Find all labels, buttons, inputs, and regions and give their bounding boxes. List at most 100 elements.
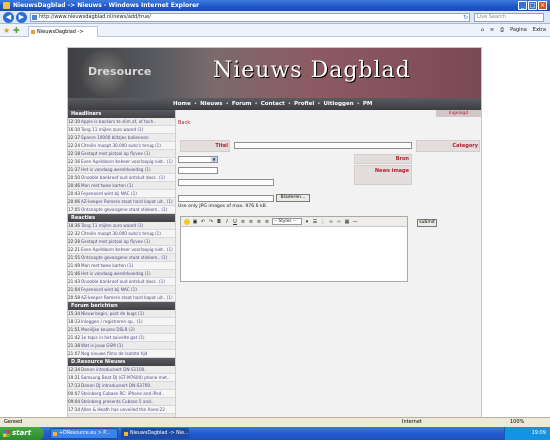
- address-input[interactable]: http://www.nieuwsdagblad.nl/news/add/tru…: [30, 13, 470, 22]
- menu-home[interactable]: Home: [173, 101, 191, 107]
- home-icon[interactable]: ⌂: [481, 27, 484, 33]
- list-item[interactable]: 17:13 Denon DJ introduceert DN-S3700..: [68, 382, 175, 390]
- bullet-list-icon[interactable]: ☰: [312, 219, 318, 225]
- favorites-star-icon[interactable]: ★: [3, 26, 10, 35]
- list-item[interactable]: 22:32 Citroën maapt 30.000 auto's terug (…: [68, 230, 175, 238]
- list-item[interactable]: 16:10 Tong 11 mijlen zuro waard (1): [68, 126, 175, 134]
- item-link[interactable]: Gestapt met pistool op flyvex (1): [80, 150, 175, 157]
- print-icon[interactable]: ⎙: [500, 27, 504, 33]
- list-item[interactable]: 21:42 1e topic in het zuivelte gat (1): [68, 334, 175, 342]
- list-item[interactable]: 22:28 Gestapt met pistool op flyvex (1): [68, 238, 175, 246]
- item-link[interactable]: Samsung Beat DJ (GT-M7600) phone met..: [80, 374, 175, 381]
- feeds-icon[interactable]: ≋: [490, 27, 494, 33]
- item-link[interactable]: 1e topic in het zuivelte gat (1): [80, 334, 175, 341]
- rich-text-editor[interactable]: ▣ ↶ ↷ B I U ≡ ≡ ≡ ≡ -- Styles -- ▾ ☰ ⋮ ∞…: [180, 216, 408, 282]
- item-link[interactable]: Ontsnapte gevangene staat stiekem.. (1): [80, 206, 175, 213]
- submit-button[interactable]: submit: [417, 219, 437, 227]
- redo-icon[interactable]: ↷: [208, 219, 214, 225]
- item-link[interactable]: Nog nieuwe films de laatste tijd: [80, 350, 175, 357]
- item-link[interactable]: Steinberg Cubase RC: iPhone and iPod..: [80, 390, 175, 397]
- item-link[interactable]: Inloggen / registreren op.. (1): [80, 318, 175, 325]
- close-button[interactable]: ×: [538, 1, 547, 10]
- list-item[interactable]: 21:38 Wat is jouw GSM (1): [68, 342, 175, 350]
- underline-icon[interactable]: U: [232, 219, 238, 225]
- menu-contact[interactable]: Contact: [261, 101, 285, 107]
- tab-nieuwsdagblad[interactable]: NieuwsDagblad -> Nieuws: [28, 26, 98, 45]
- list-item[interactable]: 20:46 Man met twee karten (1): [68, 182, 175, 190]
- item-link[interactable]: Moeilijke keuzes DSLR (2): [80, 326, 175, 333]
- list-item[interactable]: 18:13 Inloggen / registreren op.. (1): [68, 318, 175, 326]
- back-link[interactable]: Back: [178, 120, 190, 126]
- undo-icon[interactable]: ↶: [200, 219, 206, 225]
- item-link[interactable]: Nieuw begin, post de bugs (1): [80, 310, 175, 317]
- back-arrow-icon[interactable]: ◀: [3, 12, 14, 23]
- align-right-icon[interactable]: ≡: [256, 219, 262, 225]
- maximize-button[interactable]: □: [528, 1, 537, 10]
- item-link[interactable]: Het is vandaag wereldvoedag (1): [80, 270, 175, 277]
- list-item[interactable]: 22:21 Even Apeldoorn beheer voorloopig ni…: [68, 246, 175, 254]
- item-link[interactable]: Onooble bankroof oud ontsluit door.. (1): [80, 174, 175, 181]
- forward-arrow-icon[interactable]: ▶: [16, 12, 27, 23]
- list-item[interactable]: 22:37 Spanre 10000 blitzjes ballennen: [68, 134, 175, 142]
- item-link[interactable]: Wat is jouw GSM (1): [80, 342, 175, 349]
- list-item[interactable]: 19:21 Samsung Beat DJ (GT-M7600) phone me…: [68, 374, 175, 382]
- item-link[interactable]: Gestapt met pistool op flyvex (1): [80, 238, 175, 245]
- list-item[interactable]: 21:37 Het is vandaag wereldvoedag (1): [68, 166, 175, 174]
- list-item[interactable]: 21:04 Feyenoord wint bij NAC (1): [68, 286, 175, 294]
- window-title-bar[interactable]: NieuwsDagblad -> Nieuws - Windows Intern…: [0, 0, 550, 11]
- italic-icon[interactable]: I: [224, 219, 230, 225]
- list-item[interactable]: 00:07 Steinberg Cubase RC: iPhone and iPo…: [68, 390, 175, 398]
- image-insert-icon[interactable]: ▣: [192, 219, 198, 225]
- list-item[interactable]: 09:04 Steinberg presents Cubase 5 and..: [68, 398, 175, 406]
- list-item[interactable]: 20:43 Feyenoord wint bij NAC (1): [68, 190, 175, 198]
- zoom-level[interactable]: 100%: [510, 418, 524, 427]
- item-link[interactable]: Even Apeldoorn beheer voorloopig niet.. …: [80, 246, 175, 253]
- list-item[interactable]: 15:34 Nieuw begin, post de bugs (1): [68, 310, 175, 318]
- list-item[interactable]: 20:06 AZ-keeper Romero staat hard kapot u…: [68, 198, 175, 206]
- refresh-icon[interactable]: ↻: [463, 14, 468, 21]
- item-link[interactable]: AZ-keeper Romero staat hard kapot uit.. …: [80, 198, 175, 205]
- file-input[interactable]: [178, 195, 274, 202]
- bron-input[interactable]: [178, 167, 218, 174]
- bold-icon[interactable]: B: [216, 219, 222, 225]
- clock[interactable]: 19:09: [532, 430, 546, 436]
- smiley-icon[interactable]: [184, 218, 190, 225]
- list-item[interactable]: 21:49 Man met twee karten (1): [68, 262, 175, 270]
- horizontal-rule-icon[interactable]: —: [352, 219, 358, 225]
- extra-menu[interactable]: Extra: [533, 27, 546, 33]
- item-link[interactable]: Man met twee karten (1): [80, 262, 175, 269]
- item-link[interactable]: Feyenoord wint bij NAC (1): [80, 286, 175, 293]
- item-link[interactable]: Allen & Heath has unveiled the Xone:22: [80, 406, 175, 413]
- list-item[interactable]: 17:14 Allen & Heath has unveiled the Xone…: [68, 406, 175, 414]
- menu-profiel[interactable]: Profiel: [294, 101, 314, 107]
- list-item[interactable]: 20:58 AZ-keeper Romero staat hard kapot u…: [68, 294, 175, 302]
- taskbar-item-dresource[interactable]: +DResource.eu > P...: [50, 428, 118, 439]
- align-left-icon[interactable]: ≡: [240, 219, 246, 225]
- list-item[interactable]: 22:24 Citroën maapt 30.000 auto's terug (…: [68, 142, 175, 150]
- table-icon[interactable]: ▦: [344, 219, 350, 225]
- image-path-input[interactable]: [178, 179, 274, 186]
- item-link[interactable]: Even Apeldoorn beheer voorloopig niet.. …: [80, 158, 175, 165]
- menu-pm[interactable]: PM: [363, 101, 373, 107]
- justify-icon[interactable]: ≡: [264, 219, 270, 225]
- item-link[interactable]: Citroën maapt 30.000 auto's terug (1): [80, 230, 175, 237]
- pagina-menu[interactable]: Pagina: [510, 27, 527, 33]
- search-input[interactable]: Live Search: [474, 13, 544, 22]
- menu-uitloggen[interactable]: Uitloggen: [323, 101, 353, 107]
- list-item[interactable]: 22:18 Gestapt met pistool op flyvex (1): [68, 150, 175, 158]
- item-link[interactable]: Steinberg presents Cubase 5 and..: [80, 398, 175, 405]
- list-item[interactable]: 21:55 Ontsnapte gevangene staat stiekem..…: [68, 254, 175, 262]
- taskbar-item-nieuwsdagblad[interactable]: NieuwsDagblad -> Nie...: [121, 428, 189, 439]
- list-item[interactable]: 21:07 Nog nieuwe films de laatste tijd: [68, 350, 175, 358]
- item-link[interactable]: Denon DJ introduceert DN-S3700..: [80, 382, 175, 389]
- item-link[interactable]: AZ-keeper Romero staat hard kapot uit.. …: [80, 294, 175, 301]
- item-link[interactable]: Apple is backers te slim af, of toch..: [80, 118, 175, 125]
- category-select[interactable]: ▼: [178, 156, 218, 163]
- list-item[interactable]: 21:51 Moeilijke keuzes DSLR (2): [68, 326, 175, 334]
- item-link[interactable]: Spanre 10000 blitzjes ballennen: [80, 134, 175, 141]
- list-item[interactable]: 20:50 Onooble bankroof oud ontsluit door.…: [68, 174, 175, 182]
- item-link[interactable]: Het is vandaag wereldvoedag (1): [80, 166, 175, 173]
- start-button[interactable]: start: [0, 427, 44, 440]
- titel-input[interactable]: [234, 142, 412, 149]
- item-link[interactable]: Tong 11 mijlen zuro waard (1): [80, 222, 175, 229]
